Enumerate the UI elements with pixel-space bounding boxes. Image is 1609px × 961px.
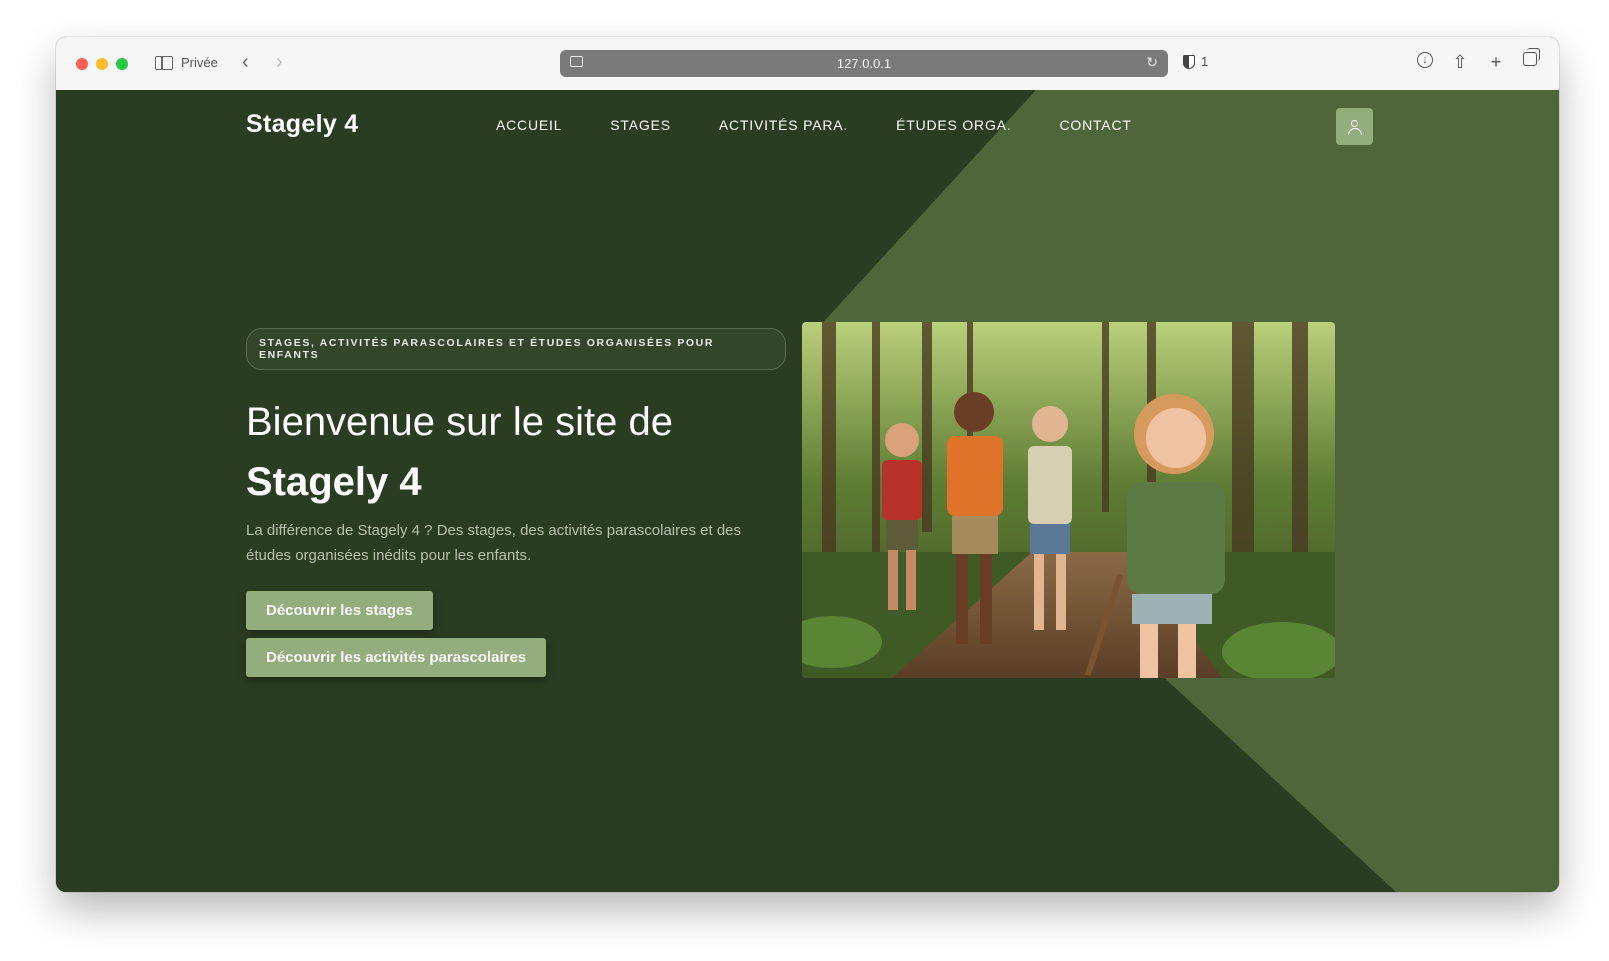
web-page: Stagely 4 ACCUEIL STAGES ACTIVITÉS PARA.… [56,90,1559,892]
hero-description: La différence de Stagely 4 ? Des stages,… [246,522,742,564]
user-account-button[interactable] [1336,108,1373,145]
nav-accueil[interactable]: ACCUEIL [496,117,562,133]
discover-activities-button[interactable]: Découvrir les activités parascolaires [246,638,547,677]
nav-etudes-orga[interactable]: ÉTUDES ORGA. [896,117,1011,133]
minimize-window-button[interactable] [96,58,108,70]
browser-toolbar: Privée ‹ › 127.0.0.1 ↻ 1 ↓ ⇧ + [56,37,1559,91]
sidebar-icon [155,55,173,70]
url-text: 127.0.0.1 [836,56,892,71]
discover-stages-button[interactable]: Découvrir les stages [246,591,433,630]
site-logo[interactable]: Stagely 4 [246,110,358,139]
back-icon[interactable]: ‹ [242,51,249,74]
hero-image [802,322,1335,678]
private-label: Privée [181,55,218,70]
plus-icon[interactable]: + [1487,52,1505,73]
close-window-button[interactable] [76,58,88,70]
share-icon[interactable]: ⇧ [1451,52,1469,73]
browser-window: Privée ‹ › 127.0.0.1 ↻ 1 ↓ ⇧ + Stagely 4… [56,37,1559,892]
main-nav: ACCUEIL STAGES ACTIVITÉS PARA. ÉTUDES OR… [496,117,1132,133]
hero-title-line1: Bienvenue sur le site de [246,400,673,444]
shield-count: 1 [1201,54,1209,69]
window-controls [76,58,128,70]
user-icon [1347,119,1362,135]
nav-contact[interactable]: CONTACT [1059,117,1131,133]
hero-title-line2: Stagely 4 [246,460,422,504]
maximize-window-button[interactable] [116,58,128,70]
forward-icon[interactable]: › [276,51,283,74]
sidebar-toggle-button[interactable]: Privée [155,55,218,70]
hero-tagline: STAGES, ACTIVITÉS PARASCOLAIRES ET ÉTUDE… [246,328,786,370]
hero-buttons: Découvrir les stages Découvrir les activ… [246,568,786,677]
hero-content: STAGES, ACTIVITÉS PARASCOLAIRES ET ÉTUDE… [246,328,786,677]
download-icon[interactable]: ↓ [1417,52,1433,68]
nav-activites-para[interactable]: ACTIVITÉS PARA. [719,117,848,133]
address-bar[interactable]: 127.0.0.1 ↻ [560,50,1168,77]
nav-stages[interactable]: STAGES [610,117,671,133]
privacy-report-button[interactable]: 1 [1183,54,1208,69]
page-settings-icon[interactable] [570,56,583,67]
reload-icon[interactable]: ↻ [1146,54,1158,71]
toolbar-actions: ↓ ⇧ + [1417,48,1540,73]
shield-icon [1183,54,1195,69]
tabs-icon[interactable] [1523,48,1540,66]
site-header: Stagely 4 ACCUEIL STAGES ACTIVITÉS PARA.… [56,90,1559,170]
